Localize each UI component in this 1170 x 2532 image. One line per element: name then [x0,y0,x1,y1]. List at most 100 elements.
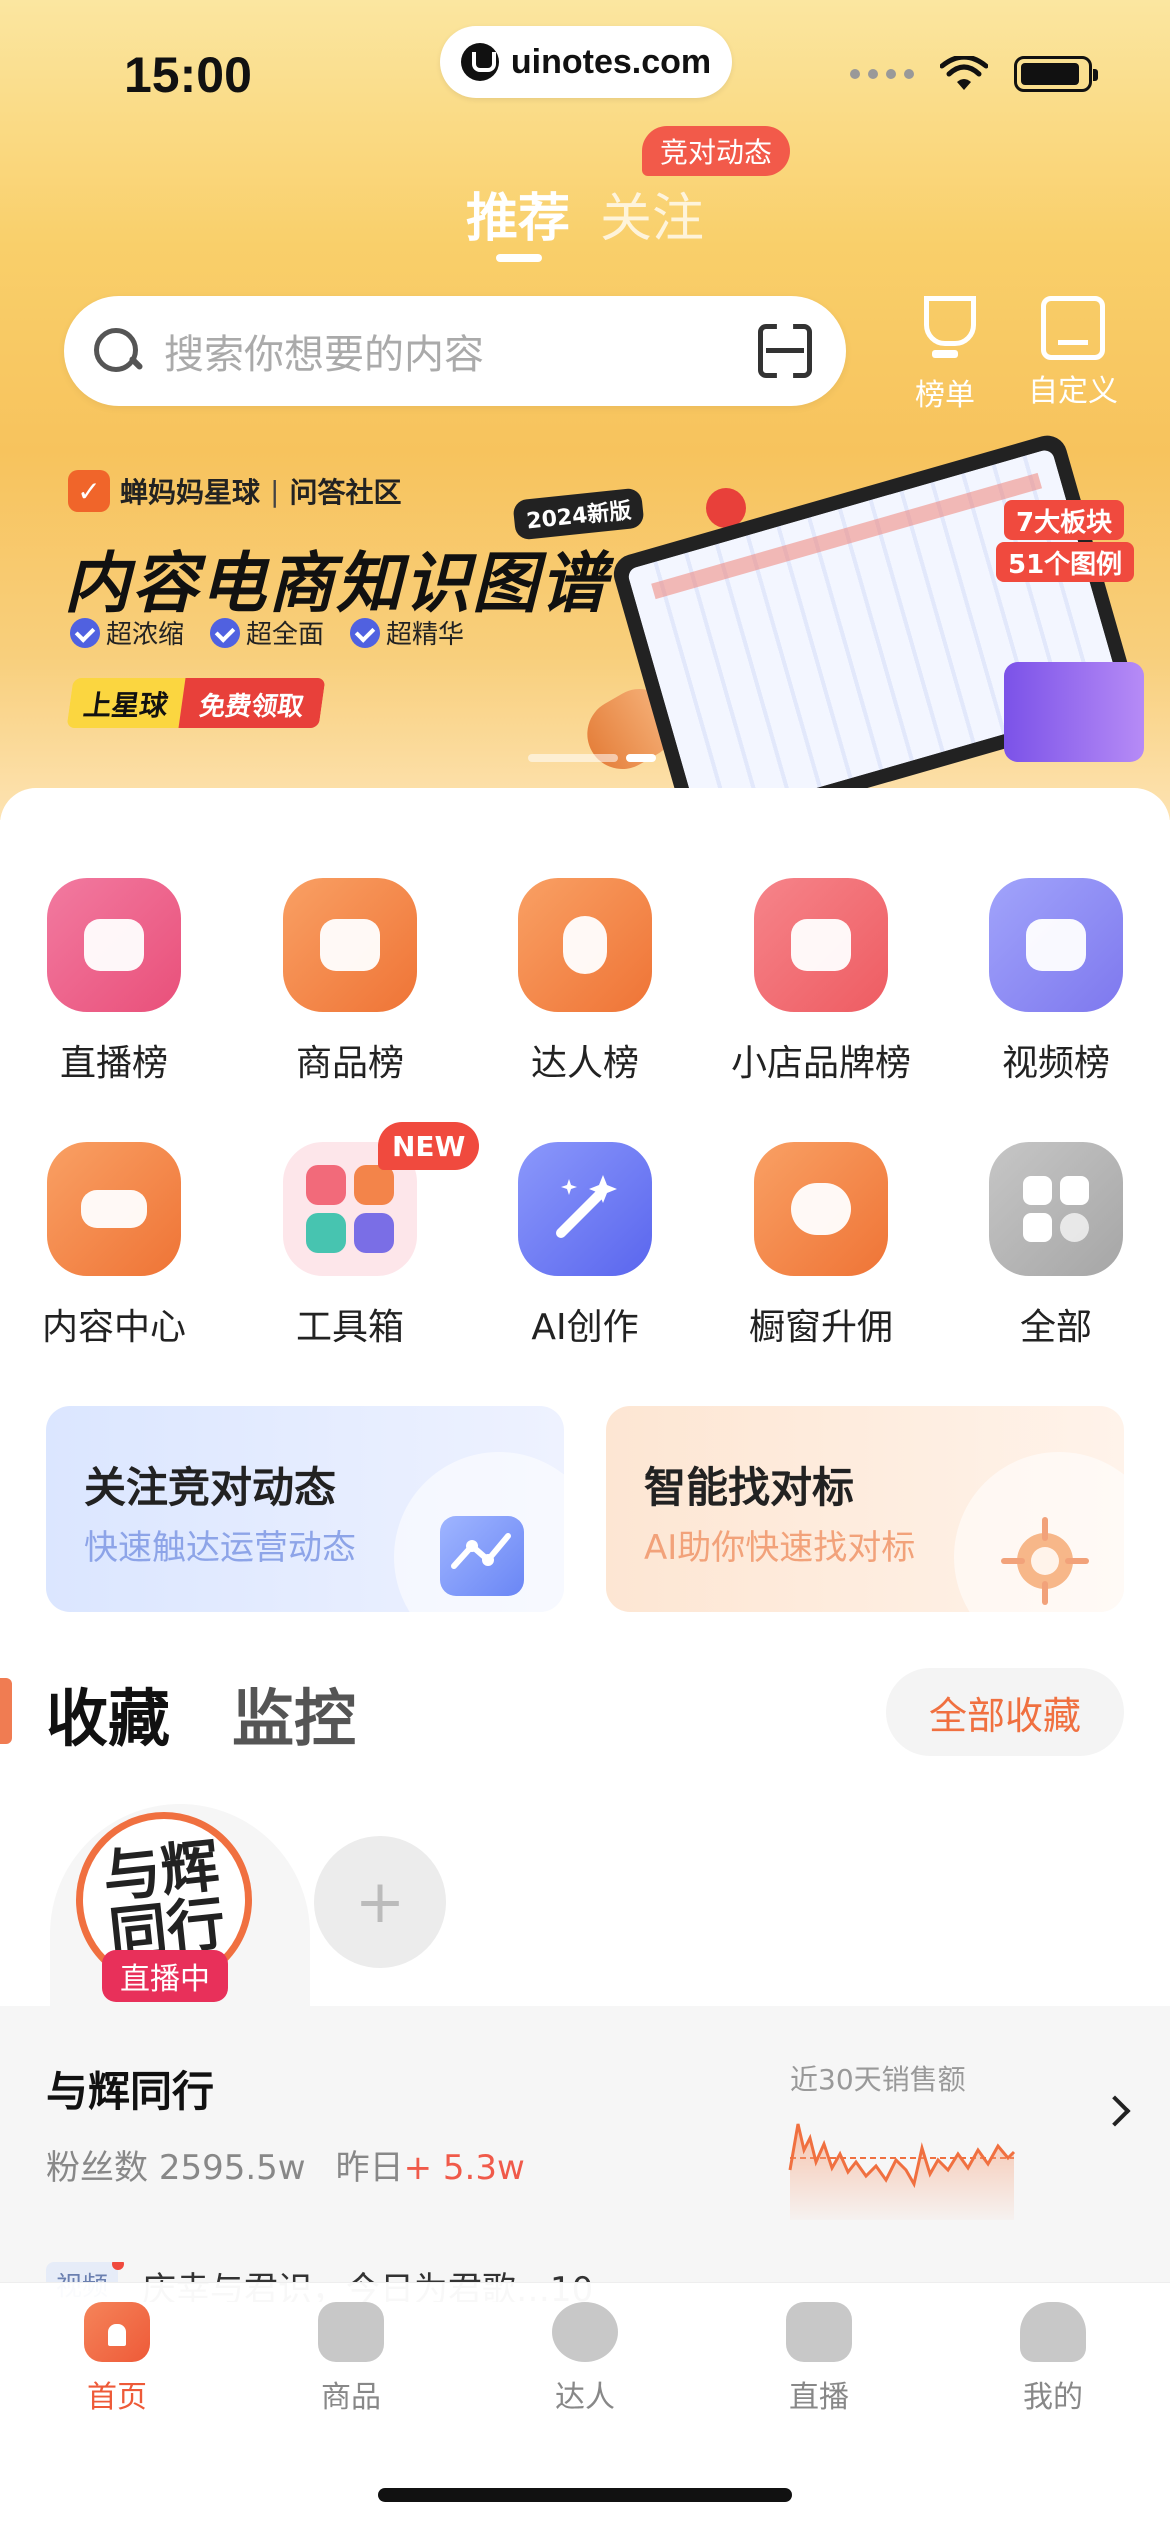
all-favorites-button[interactable]: 全部收藏 [886,1668,1124,1756]
grid-item-live-rank[interactable]: 直播榜 [0,878,232,1086]
grid-item-product-rank[interactable]: 商品榜 [232,878,468,1086]
home-indicator [378,2488,792,2502]
trophy-icon [910,296,980,364]
grid-label: 达人榜 [530,1043,639,1084]
grid-label: AI创作 [531,1307,639,1348]
grid-label: 视频榜 [1001,1043,1110,1084]
customize-button[interactable]: 自定义 [1018,296,1128,410]
grid-label: 商品榜 [295,1043,404,1084]
section-accent-bar [0,1678,12,1744]
feature-label: 超全面 [246,620,325,650]
yesterday-label: 昨日 [335,2148,404,2188]
tab-monitor[interactable]: 监控 [232,1668,356,1758]
top-tabs: 推荐 关注 [466,176,704,251]
influencer-rank-icon [518,878,652,1012]
cta-secondary: 免费领取 [178,678,326,728]
tab-favorites[interactable]: 收藏 [37,1668,179,1758]
tag-examples: 51个图例 [996,542,1135,582]
search-icon [92,326,142,376]
rankings-button[interactable]: 榜单 [890,296,1000,414]
feature-label: 超精华 [386,620,465,650]
customize-label: 自定义 [1028,374,1118,409]
tab-label: 直播 [789,2380,849,2415]
bag-icon [318,2302,384,2362]
promo-subtitle: 快速触达运营动态 [84,1528,356,1568]
brand-logo-icon: ✓ [68,470,110,512]
sales-sparkline [788,2123,1016,2220]
ai-create-icon [518,1142,652,1276]
customize-icon [1041,296,1105,360]
tab-live[interactable]: 直播 [702,2302,936,2416]
target-icon [1000,1516,1089,1605]
url-pill[interactable]: uinotes.com [440,26,732,98]
product-rank-icon [283,878,417,1012]
grid-item-showcase-commission[interactable]: 橱窗升佣 [703,1142,939,1350]
tab-label: 我的 [1023,2380,1083,2415]
grid-item-video-rank[interactable]: 视频榜 [938,878,1170,1086]
favorite-name[interactable]: 与辉同行 [46,2058,214,2119]
live-rank-icon [47,878,181,1012]
decor-cylinder [1004,662,1144,762]
scan-icon[interactable] [758,324,812,378]
grid-label: 小店品牌榜 [730,1043,911,1084]
all-apps-icon [989,1142,1123,1276]
banner-title: 内容电商知识图谱 [64,545,608,622]
video-rank-icon [989,878,1123,1012]
grid-item-shop-brand-rank[interactable]: 小店品牌榜 [703,878,939,1086]
promo-card-benchmark[interactable]: 智能找对标 AI助你快速找对标 [606,1406,1124,1612]
favorite-stats: 粉丝数 2595.5w 昨日+ 5.3w [46,2140,525,2189]
feature-label: 超浓缩 [106,620,185,650]
tab-label: 首页 [87,2380,147,2415]
tag-blocks: 7大板块 [1004,500,1125,540]
promo-card-competitor[interactable]: 关注竞对动态 快速触达运营动态 [46,1406,564,1612]
search-input[interactable]: 搜索你想要的内容 [64,296,846,406]
search-placeholder: 搜索你想要的内容 [164,332,484,378]
grid-label: 工具箱 [295,1307,404,1348]
influencer-icon [552,2302,618,2362]
promo-title: 智能找对标 [644,1463,855,1512]
brand-name: 蝉妈妈星球 [120,476,261,509]
check-icon [350,617,381,648]
check-icon [210,617,241,648]
promo-banner[interactable]: ✓ 蝉妈妈星球 | 问答社区 2024新版 内容电商知识图谱 超浓缩 超全面 超… [0,430,1170,840]
grid-item-all[interactable]: 全部 [938,1142,1170,1350]
content-center-icon [47,1142,181,1276]
home-icon [84,2302,150,2362]
signal-dots-icon [850,69,914,79]
yesterday-change: + 5.3w [403,2148,525,2188]
tab-profile[interactable]: 我的 [936,2302,1170,2416]
sales-label: 近30天销售额 [790,2063,966,2096]
rankings-label: 榜单 [915,378,975,413]
compete-badge: 竞对动态 [642,126,791,176]
tab-follow[interactable]: 关注 [600,176,704,251]
cta-primary: 上星球 [66,678,186,728]
profile-icon [1020,2302,1086,2362]
tab-recommend[interactable]: 推荐 [466,176,570,251]
grid-item-ai-create[interactable]: AI创作 [467,1142,703,1350]
tab-label: 商品 [321,2380,381,2415]
grid-item-toolbox[interactable]: NEW 工具箱 [232,1122,480,1350]
shop-brand-rank-icon [754,878,888,1012]
tab-label: 达人 [555,2380,615,2415]
live-tv-icon [786,2302,852,2362]
site-logo-icon [460,43,499,81]
grid-label: 橱窗升佣 [748,1307,893,1348]
trend-chart-icon [440,1516,524,1596]
url-text: uinotes.com [510,42,712,81]
banner-cta-button[interactable]: 上星球 免费领取 [66,678,326,728]
grid-label: 直播榜 [59,1043,168,1084]
new-badge: NEW [378,1122,480,1170]
fans-label: 粉丝数 [46,2148,148,2188]
grid-label: 内容中心 [41,1307,186,1348]
status-icons [850,56,1098,92]
grid-item-influencer-rank[interactable]: 达人榜 [467,878,703,1086]
add-favorite-button[interactable]: + [314,1836,446,1968]
tab-home[interactable]: 首页 [0,2302,234,2416]
showcase-commission-icon [754,1142,888,1276]
tab-influencers[interactable]: 达人 [468,2302,702,2416]
banner-features: 超浓缩 超全面 超精华 [70,614,464,651]
active-tab-indicator [496,254,542,262]
grid-item-content-center[interactable]: 内容中心 [0,1142,232,1350]
tab-products[interactable]: 商品 [234,2302,468,2416]
check-icon [70,617,100,648]
